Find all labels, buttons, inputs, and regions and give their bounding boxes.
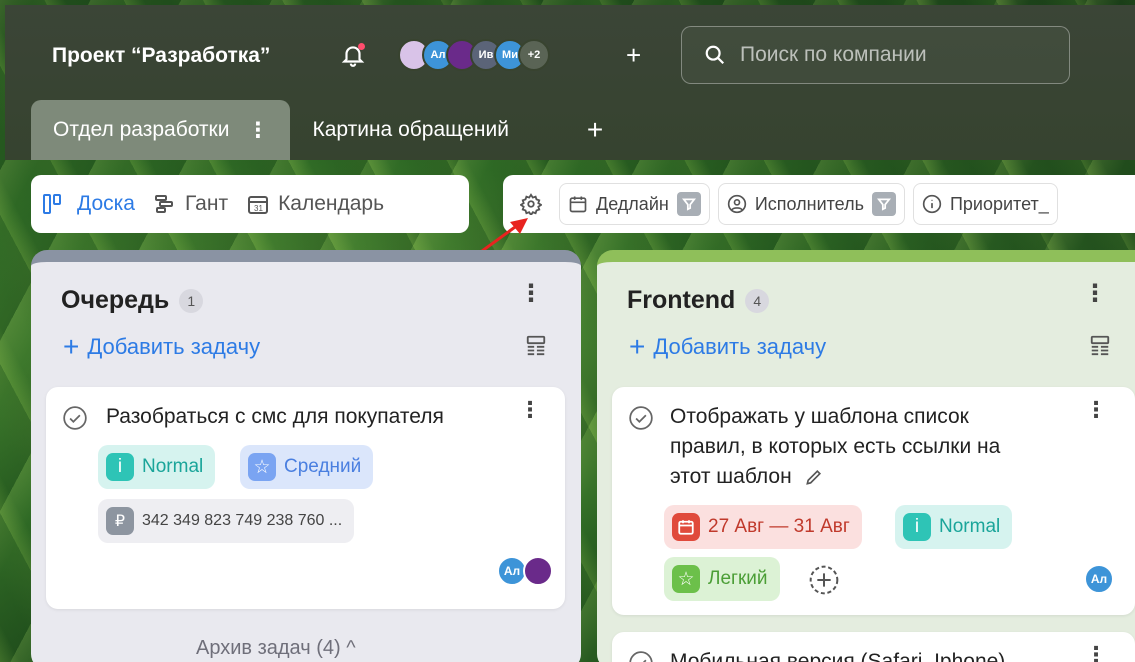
priority-tag[interactable]: i Normal — [98, 445, 216, 489]
assignee-avatar[interactable] — [523, 556, 553, 586]
calendar-icon — [672, 513, 700, 541]
difficulty-tag[interactable]: ☆ Легкий — [664, 557, 780, 601]
column-title[interactable]: Frontend — [627, 286, 735, 315]
view-calendar[interactable]: 31 Календарь — [246, 192, 384, 216]
deadline-tag[interactable]: 27 Авг — 31 Авг — [664, 505, 862, 549]
add-task-label: Добавить задачу — [87, 334, 261, 359]
column-settings-icon[interactable] — [525, 334, 547, 361]
board-tabs: Отдел разработки ⋮ Картина обращений + — [31, 100, 603, 160]
filter-priority-label: Приоритет_ — [949, 193, 1049, 214]
column-header: Очередь 1 — [61, 286, 204, 315]
assignee-avatar[interactable]: Ал — [1084, 564, 1114, 594]
filter-bar: Дедлайн Исполнитель Приоритет_ — [503, 175, 1135, 233]
archive-label: Архив задач (4) — [196, 637, 341, 659]
column-more-icon[interactable]: ⋮ — [519, 282, 543, 306]
view-board-label: Доска — [77, 192, 135, 215]
task-more-icon[interactable]: ⋮ — [519, 399, 541, 421]
checkmark-circle-icon[interactable] — [62, 405, 88, 436]
view-gantt-label: Гант — [184, 192, 229, 215]
task-title-line: этот шаблон — [670, 462, 1000, 492]
star-icon: ☆ — [248, 453, 276, 481]
task-card[interactable]: Отображать у шаблона список правил, в ко… — [612, 387, 1135, 615]
task-count-badge: 4 — [745, 288, 770, 313]
gantt-icon — [154, 195, 173, 213]
add-member-plus-icon[interactable]: + — [626, 42, 641, 68]
info-icon: i — [903, 513, 931, 541]
search-placeholder: Поиск по компании — [740, 43, 927, 66]
priority-tag-label: Normal — [939, 516, 1001, 537]
add-tab-plus-icon[interactable]: + — [587, 100, 603, 160]
add-task-label: Добавить задачу — [653, 334, 827, 359]
view-calendar-label: Календарь — [278, 192, 385, 215]
column-more-icon[interactable]: ⋮ — [1083, 282, 1107, 306]
funnel-icon[interactable] — [676, 192, 701, 216]
deadline-tag-label: 27 Авг — 31 Авг — [708, 516, 850, 537]
task-title-line: Отображать у шаблона список — [670, 405, 969, 428]
project-title[interactable]: Проект “Разработка” — [52, 44, 270, 68]
add-task-button[interactable]: + Добавить задачу — [63, 331, 261, 362]
filter-deadline-label: Дедлайн — [596, 193, 669, 214]
info-icon — [922, 194, 942, 214]
task-title[interactable]: Мобильная версия (Safari, Iphone) — [670, 647, 1005, 662]
star-icon: ☆ — [672, 565, 700, 593]
view-gantt[interactable]: Гант — [153, 192, 228, 216]
more-members-badge[interactable]: +2 — [518, 39, 550, 71]
task-title[interactable]: Разобраться с смс для покупателя — [106, 402, 444, 432]
board-icon — [43, 194, 61, 214]
ruble-icon: ₽ — [106, 507, 134, 535]
checkmark-circle-icon[interactable] — [628, 405, 654, 436]
view-switcher: Доска Гант 31 Календарь — [31, 175, 469, 233]
task-card[interactable]: Мобильная версия (Safari, Iphone) ⋮ — [612, 632, 1135, 662]
filter-assignee-label: Исполнитель — [754, 193, 864, 214]
task-more-icon[interactable]: ⋮ — [1085, 644, 1107, 662]
plus-icon: + — [63, 331, 80, 362]
search-input[interactable]: Поиск по компании — [681, 26, 1070, 84]
chevron-up-icon: ^ — [346, 637, 356, 659]
difficulty-tag[interactable]: ☆ Средний — [240, 445, 374, 489]
add-tag-icon[interactable] — [808, 564, 840, 601]
task-title-text: этот шаблон — [670, 465, 792, 488]
priority-tag[interactable]: i Normal — [895, 505, 1013, 549]
task-count-badge: 1 — [179, 288, 204, 313]
amount-tag-label: 342 349 823 749 238 760 ... — [142, 512, 343, 529]
pencil-icon[interactable] — [804, 467, 824, 487]
task-card[interactable]: Разобраться с смс для покупателя ⋮ i Nor… — [46, 387, 565, 609]
tab-requests[interactable]: Картина обращений — [290, 100, 530, 160]
members-avatars[interactable]: Ал Ив Ми +2 — [398, 39, 550, 71]
archive-toggle[interactable]: Архив задач (4) ^ — [196, 637, 356, 660]
filter-priority[interactable]: Приоритет_ — [912, 183, 1058, 225]
add-task-button[interactable]: + Добавить задачу — [629, 331, 827, 362]
column-settings-icon[interactable] — [1089, 334, 1111, 361]
checkmark-circle-icon[interactable] — [628, 650, 654, 662]
calendar-icon — [569, 196, 587, 213]
funnel-icon[interactable] — [871, 192, 896, 216]
plus-icon: + — [629, 331, 646, 362]
info-icon: i — [106, 453, 134, 481]
tab-label: Картина обращений — [312, 118, 509, 141]
priority-tag-label: Normal — [142, 456, 204, 477]
svg-text:31: 31 — [254, 204, 263, 213]
tab-more-icon[interactable]: ⋮ — [247, 118, 268, 143]
task-more-icon[interactable]: ⋮ — [1085, 399, 1107, 421]
search-icon — [705, 45, 725, 65]
amount-tag[interactable]: ₽ 342 349 823 749 238 760 ... — [98, 499, 355, 543]
column-header: Frontend 4 — [627, 286, 770, 315]
notification-dot — [358, 43, 365, 50]
calendar-icon: 31 — [248, 196, 269, 214]
difficulty-tag-label: Средний — [284, 456, 362, 477]
filter-assignee[interactable]: Исполнитель — [717, 183, 905, 225]
task-title[interactable]: Отображать у шаблона список правил, в ко… — [670, 402, 1000, 492]
user-icon — [727, 194, 746, 214]
bell-icon[interactable] — [340, 42, 366, 68]
task-title-line: правил, в которых есть ссылки на — [670, 435, 1001, 458]
tab-development[interactable]: Отдел разработки ⋮ — [31, 100, 291, 160]
view-board[interactable]: Доска — [41, 192, 135, 216]
column-title[interactable]: Очередь — [61, 286, 169, 315]
tab-label: Отдел разработки — [53, 118, 230, 141]
filter-deadline[interactable]: Дедлайн — [559, 183, 710, 225]
difficulty-tag-label: Легкий — [708, 568, 768, 589]
